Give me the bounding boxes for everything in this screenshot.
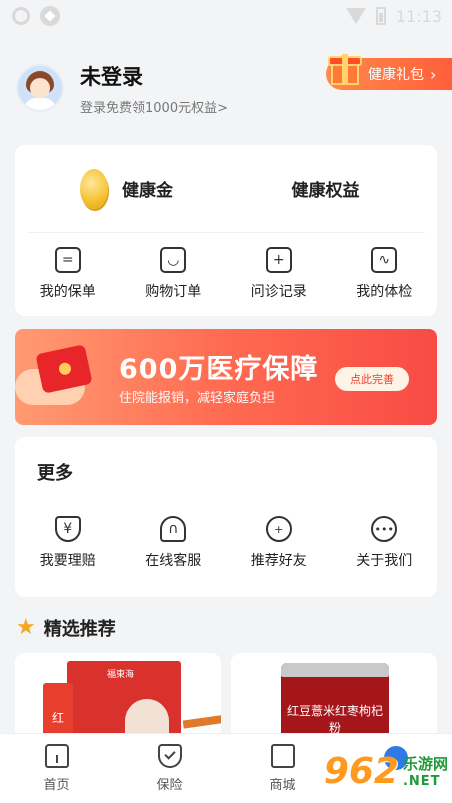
login-status[interactable]: 未登录	[80, 61, 228, 91]
site-watermark: 962 乐游网 .NET	[298, 741, 448, 801]
profile-header[interactable]: 未登录 登录免费领1000元权益> 健康礼包 ›	[0, 48, 452, 128]
about-us-button[interactable]: ••• 关于我们	[332, 516, 438, 570]
shield-icon	[157, 744, 182, 768]
watermark-cn: 乐游网	[402, 755, 448, 773]
more-card: 更多 ¥ 我要理赔 ∩ 在线客服 + 推荐好友 ••• 关于我们	[15, 437, 437, 597]
medical-coverage-banner[interactable]: 600万医疗保障 住院能报销，减轻家庭负担 点此完善	[15, 329, 437, 425]
my-checkup-button[interactable]: ∿ 我的体检	[332, 247, 438, 301]
banner-title: 600万医疗保障	[119, 354, 319, 385]
product-brand: 福東海	[107, 670, 135, 680]
shopping-bag-icon: ◡	[160, 247, 187, 273]
about-us-label: 关于我们	[356, 553, 413, 569]
shopping-bag-icon	[270, 744, 295, 768]
policy-icon: =	[54, 247, 81, 273]
online-service-label: 在线客服	[145, 553, 202, 569]
battery-icon	[375, 7, 386, 25]
tab-insurance[interactable]: 保险	[113, 734, 226, 803]
chat-plus-icon: +	[265, 247, 292, 273]
app-notification-icon	[40, 6, 60, 26]
wifi-icon	[345, 8, 366, 24]
shopping-orders-label: 购物订单	[145, 284, 202, 300]
shopping-orders-button[interactable]: ◡ 购物订单	[121, 247, 227, 301]
product-name: 红豆薏米红枣枸杞粉	[287, 704, 384, 735]
banner-subtitle: 住院能报销，减轻家庭负担	[119, 391, 276, 406]
health-coin-entry[interactable]: 健康金	[27, 168, 226, 209]
red-envelope-illustration	[15, 343, 105, 413]
chevron-right-icon: ›	[430, 64, 437, 84]
my-checkup-label: 我的体检	[356, 284, 413, 300]
status-time: 11:13	[395, 6, 442, 26]
my-policies-label: 我的保单	[39, 284, 96, 300]
claim-button[interactable]: ¥ 我要理赔	[15, 516, 121, 570]
recommend-header: ★ 精选推荐	[16, 615, 436, 641]
watermark-number: 962	[323, 750, 399, 792]
tab-insurance-label: 保险	[156, 778, 183, 793]
refer-friend-button[interactable]: + 推荐好友	[226, 516, 332, 570]
gift-label: 健康礼包	[368, 67, 424, 83]
health-coin-label: 健康金	[122, 181, 173, 201]
add-user-icon: +	[265, 516, 292, 542]
avatar[interactable]	[16, 64, 64, 112]
star-icon: ★	[16, 615, 36, 640]
account-card: 健康金 健康权益 = 我的保单 ◡ 购物订单 + 问诊记录 ∿ 我的体检	[15, 145, 437, 316]
tab-home-label: 首页	[43, 778, 70, 793]
recommend-title: 精选推荐	[43, 619, 116, 640]
more-title: 更多	[37, 463, 73, 484]
home-icon	[44, 744, 69, 768]
health-rights-label: 健康权益	[291, 181, 360, 201]
more-dots-icon: •••	[371, 516, 398, 542]
health-gift-button[interactable]: 健康礼包 ›	[326, 54, 452, 90]
sync-icon	[12, 7, 30, 25]
heartbeat-icon: ∿	[371, 247, 398, 273]
consultation-records-button[interactable]: + 问诊记录	[226, 247, 332, 301]
login-benefit-link[interactable]: 登录免费领1000元权益>	[80, 97, 228, 116]
gift-icon	[328, 48, 362, 86]
coin-icon	[80, 168, 108, 209]
status-bar: 11:13	[0, 0, 452, 32]
claim-label: 我要理赔	[39, 553, 96, 569]
tab-mall-label: 商城	[269, 778, 296, 793]
yen-shield-icon: ¥	[54, 516, 81, 542]
my-policies-button[interactable]: = 我的保单	[15, 247, 121, 301]
complete-info-button[interactable]: 点此完善	[335, 367, 409, 391]
consultation-records-label: 问诊记录	[250, 284, 307, 300]
refer-friend-label: 推荐好友	[250, 553, 307, 569]
watermark-en: .NET	[402, 774, 441, 789]
online-service-button[interactable]: ∩ 在线客服	[121, 516, 227, 570]
tab-home[interactable]: 首页	[0, 734, 113, 803]
health-rights-entry[interactable]: 健康权益	[226, 176, 425, 201]
headset-icon: ∩	[160, 516, 187, 542]
